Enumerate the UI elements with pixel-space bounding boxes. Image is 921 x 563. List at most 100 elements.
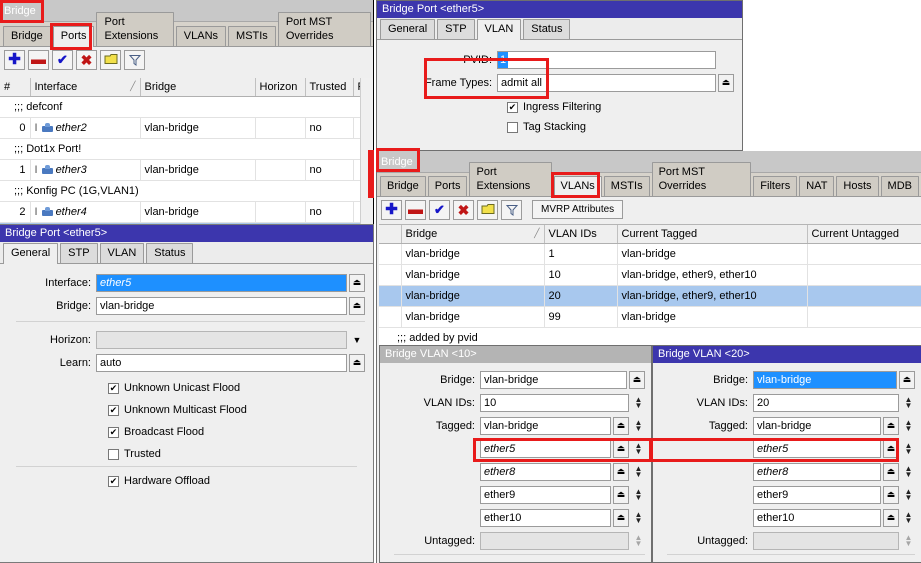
tab-bridge[interactable]: Bridge	[380, 176, 426, 196]
add-button[interactable]: ✚	[381, 199, 402, 220]
interface-dropdown-icon[interactable]: ⏏	[349, 273, 365, 292]
spin-down-icon[interactable]: ▼	[635, 493, 643, 501]
checkbox-icon[interactable]: ✔	[108, 382, 119, 394]
tab-filters[interactable]: Filters	[753, 176, 798, 196]
bridge-port-general-titlebar[interactable]: Bridge Port <ether5>	[0, 225, 373, 242]
enable-button[interactable]: ✔	[429, 199, 450, 220]
tagged-input-4[interactable]: ether10	[753, 508, 881, 527]
untagged-input[interactable]	[753, 531, 899, 550]
tagged-input-0[interactable]: vlan-bridge	[480, 416, 611, 435]
spin-down-icon[interactable]: ▼	[905, 516, 913, 524]
checkbox-unknown-multicast-flood[interactable]: ✔ Unknown Multicast Flood	[108, 404, 365, 416]
table-row[interactable]: ;;; Dot1x Port!	[0, 138, 361, 160]
tagged-dropdown-icon-0[interactable]: ⏏	[613, 416, 629, 435]
tagged-stepper-0[interactable]: ▲ ▼	[632, 417, 645, 435]
tagged-stepper-3[interactable]: ▲ ▼	[632, 486, 645, 504]
table-row[interactable]: vlan-bridge 1 vlan-bridge	[379, 243, 921, 265]
checkbox-icon[interactable]: ✔	[507, 101, 518, 113]
bridge-dropdown-icon[interactable]: ⏏	[899, 370, 915, 389]
bridge-ports-table-container[interactable]: # Interface╱ Bridge Horizon Trusted Pric…	[0, 78, 361, 228]
enable-button[interactable]: ✔	[52, 49, 73, 70]
spin-down-icon[interactable]: ▼	[635, 401, 643, 409]
spin-down-icon[interactable]: ▼	[635, 447, 643, 455]
tab-vlans[interactable]: VLANs	[553, 176, 602, 197]
spin-down-icon[interactable]: ▼	[905, 470, 913, 478]
untagged-stepper[interactable]: ▲ ▼	[902, 532, 915, 550]
learn-input[interactable]: auto	[96, 353, 347, 372]
untagged-input[interactable]	[480, 531, 629, 550]
col-vlan-ids[interactable]: VLAN IDs	[544, 225, 618, 244]
tagged-input-2[interactable]: ether8	[480, 462, 611, 481]
col-interface[interactable]: Interface ╱	[30, 78, 141, 97]
remove-button[interactable]: ▬	[405, 199, 426, 220]
checkbox-hardware-offload[interactable]: ✔ Hardware Offload	[108, 475, 365, 487]
table-row[interactable]: vlan-bridge 10 vlan-bridge, ether9, ethe…	[379, 264, 921, 286]
frame-types-dropdown-icon[interactable]: ⏏	[718, 73, 734, 92]
tagged-stepper-3[interactable]: ▲ ▼	[902, 486, 915, 504]
tagged-dropdown-icon-3[interactable]: ⏏	[883, 485, 899, 504]
tab-vlan[interactable]: VLAN	[476, 19, 522, 40]
spin-down-icon[interactable]: ▼	[905, 539, 913, 547]
col-index[interactable]: #	[0, 78, 31, 97]
tagged-dropdown-icon-1[interactable]: ⏏	[883, 439, 899, 458]
bridge-vlan-10-titlebar[interactable]: Bridge VLAN <10>	[380, 346, 651, 363]
tagged-input-2[interactable]: ether8	[753, 462, 881, 481]
tagged-input-3[interactable]: ether9	[480, 485, 611, 504]
vlan-ids-input[interactable]: 20	[753, 393, 899, 412]
tagged-input-4[interactable]: ether10	[480, 508, 611, 527]
col-bridge[interactable]: Bridge ╱	[401, 225, 545, 244]
bridge-input[interactable]: vlan-bridge	[753, 370, 897, 389]
filter-button[interactable]	[501, 199, 522, 220]
tagged-stepper-4[interactable]: ▲ ▼	[632, 509, 645, 527]
disable-button[interactable]: ✖	[76, 49, 97, 70]
table-row[interactable]: ;;; added by pvid	[379, 327, 921, 345]
spin-down-icon[interactable]: ▼	[635, 470, 643, 478]
bridge-dropdown-icon[interactable]: ⏏	[349, 296, 365, 315]
tab-port-mst-overrides[interactable]: Port MST Overrides	[277, 12, 371, 46]
tab-status[interactable]: Status	[523, 19, 571, 39]
checkbox-unknown-unicast-flood[interactable]: ✔ Unknown Unicast Flood	[108, 382, 365, 394]
learn-dropdown-icon[interactable]: ⏏	[349, 353, 365, 372]
checkbox-icon[interactable]: ✔	[108, 475, 119, 487]
table-row[interactable]: 0 Iether2 vlan-bridge no	[0, 117, 361, 139]
bridge-ports-toolbar[interactable]: ✚ ▬ ✔ ✖	[0, 47, 373, 72]
tagged-dropdown-icon-0[interactable]: ⏏	[883, 416, 899, 435]
spin-down-icon[interactable]: ▼	[905, 401, 913, 409]
tagged-dropdown-icon-1[interactable]: ⏏	[613, 439, 629, 458]
tagged-input-0[interactable]: vlan-bridge	[753, 416, 881, 435]
checkbox-trusted[interactable]: Trusted	[108, 448, 365, 460]
spin-down-icon[interactable]: ▼	[905, 424, 913, 432]
bridge-input[interactable]: vlan-bridge	[96, 296, 347, 315]
bridge-port-vlan-tabstrip[interactable]: General STP VLAN Status	[377, 18, 742, 40]
interface-input[interactable]: ether5	[96, 273, 347, 292]
table-row[interactable]: ;;; defconf	[0, 96, 361, 118]
tab-hosts[interactable]: Hosts	[836, 176, 879, 196]
comment-button[interactable]	[100, 49, 121, 70]
table-row[interactable]: ;;; Konfig PC (1G,VLAN1)	[0, 180, 361, 202]
tab-stp[interactable]: STP	[60, 243, 98, 263]
checkbox-ingress-filtering[interactable]: ✔ Ingress Filtering	[507, 101, 734, 113]
bridge-dropdown-icon[interactable]: ⏏	[629, 370, 645, 389]
tagged-dropdown-icon-3[interactable]: ⏏	[613, 485, 629, 504]
checkbox-broadcast-flood[interactable]: ✔ Broadcast Flood	[108, 426, 365, 438]
tab-ports[interactable]: Ports	[52, 26, 95, 47]
tagged-stepper-2[interactable]: ▲ ▼	[902, 463, 915, 481]
spin-down-icon[interactable]: ▼	[635, 539, 643, 547]
tab-mstis[interactable]: MSTIs	[228, 26, 276, 46]
add-button[interactable]: ✚	[4, 49, 25, 70]
checkbox-tag-stacking[interactable]: Tag Stacking	[507, 121, 734, 133]
checkbox-icon[interactable]	[108, 448, 119, 460]
tab-vlan[interactable]: VLAN	[99, 243, 145, 263]
filter-button[interactable]	[124, 49, 145, 70]
col-flag[interactable]	[379, 225, 402, 244]
tagged-dropdown-icon-4[interactable]: ⏏	[613, 508, 629, 527]
tagged-input-3[interactable]: ether9	[753, 485, 881, 504]
spin-down-icon[interactable]: ▼	[635, 424, 643, 432]
tab-nat[interactable]: NAT	[799, 176, 835, 196]
disable-button[interactable]: ✖	[453, 199, 474, 220]
tagged-stepper-1[interactable]: ▲ ▼	[632, 440, 645, 458]
spin-down-icon[interactable]: ▼	[905, 493, 913, 501]
tagged-dropdown-icon-2[interactable]: ⏏	[883, 462, 899, 481]
vlan-ids-input[interactable]: 10	[480, 393, 629, 412]
tagged-stepper-2[interactable]: ▲ ▼	[632, 463, 645, 481]
